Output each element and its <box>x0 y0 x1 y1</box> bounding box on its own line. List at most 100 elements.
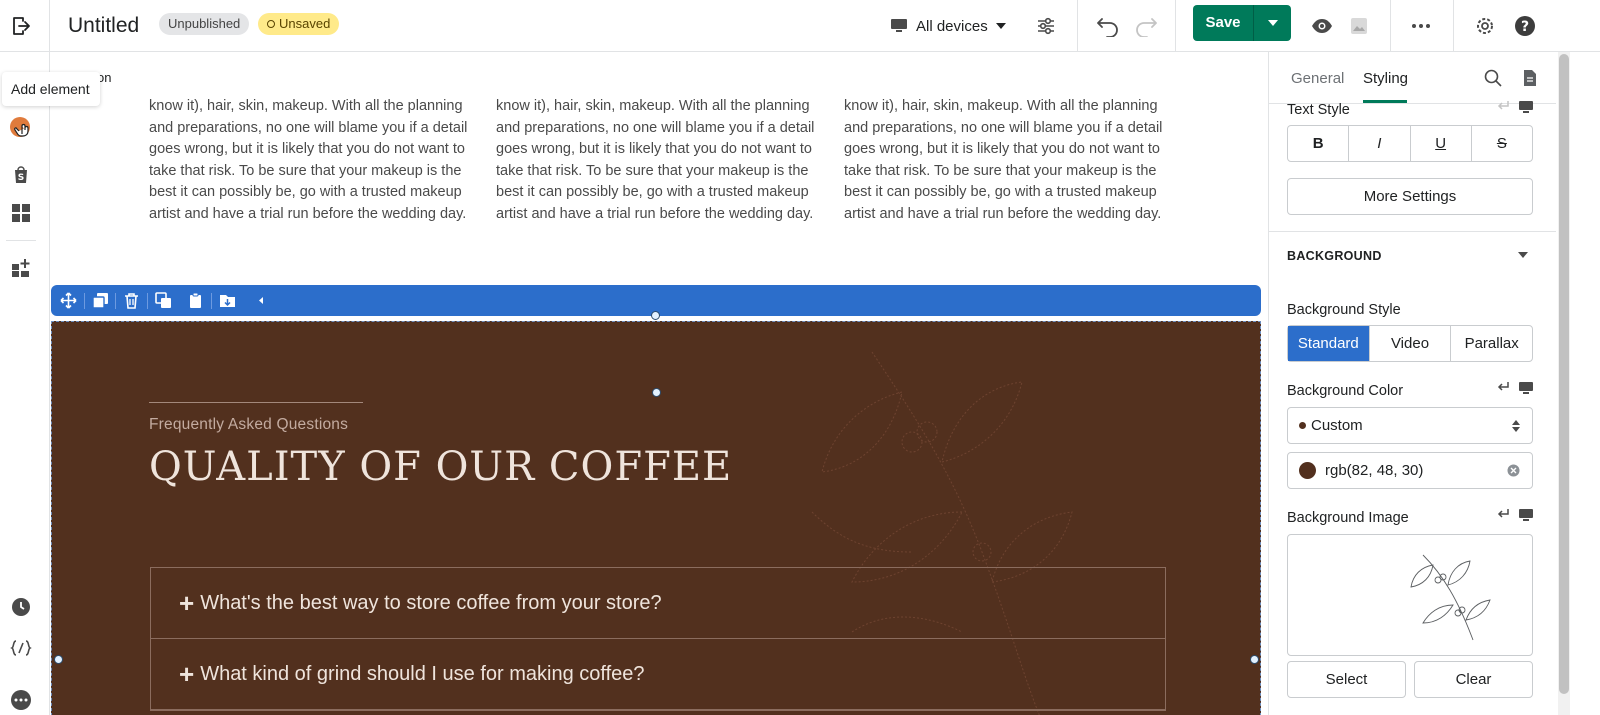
shopify-bag-icon[interactable]: S <box>9 162 33 186</box>
save-to-library-icon[interactable] <box>219 292 236 309</box>
underline-button[interactable]: U <box>1411 126 1472 161</box>
strikethrough-button[interactable]: S <box>1472 126 1532 161</box>
preview-eye-icon[interactable] <box>1311 0 1333 52</box>
editor-canvas[interactable]: on know it), hair, skin, makeup. With al… <box>50 52 1268 715</box>
image-preview-icon[interactable] <box>1349 0 1369 52</box>
clear-circle-icon[interactable] <box>1507 464 1520 477</box>
divider <box>1175 0 1176 52</box>
background-color-input[interactable]: rgb(82, 48, 30) <box>1287 452 1533 489</box>
tab-styling[interactable]: Styling <box>1363 70 1408 87</box>
document-icon[interactable] <box>1523 69 1537 87</box>
background-image-preview[interactable] <box>1287 534 1533 656</box>
top-bar: Untitled Unpublished Unsaved All devices… <box>0 0 1600 52</box>
redo-icon[interactable] <box>1134 0 1158 52</box>
copy-icon[interactable] <box>92 292 109 309</box>
faq-item[interactable]: + What's the best way to store coffee fro… <box>151 568 1165 639</box>
faq-subtitle[interactable]: Frequently Asked Questions <box>149 416 348 434</box>
background-style-label: Background Style <box>1287 302 1401 318</box>
reset-icon[interactable] <box>1496 508 1510 520</box>
more-options-icon[interactable] <box>1411 0 1431 52</box>
history-clock-icon[interactable] <box>9 595 33 619</box>
save-button[interactable]: Save <box>1193 5 1254 41</box>
status-badge-unsaved: Unsaved <box>258 13 340 35</box>
select-arrows-icon <box>1512 419 1520 432</box>
coffee-branch-image <box>1410 554 1491 641</box>
clipboard-icon[interactable] <box>187 292 204 309</box>
svg-text:S: S <box>18 173 24 183</box>
grid-icon[interactable] <box>9 201 33 225</box>
faq-accordion: + What's the best way to store coffee fro… <box>150 567 1166 711</box>
desktop-icon[interactable] <box>1518 100 1534 114</box>
select-image-button[interactable]: Select <box>1287 661 1406 698</box>
divider <box>1390 0 1391 52</box>
resize-handle[interactable] <box>1250 655 1259 664</box>
plus-icon: + <box>179 588 195 618</box>
add-element-icon[interactable] <box>9 116 33 140</box>
text-format-group: B I U S <box>1287 125 1533 162</box>
faq-question: What kind of grind should I use for maki… <box>200 662 645 685</box>
text-column[interactable]: know it), hair, skin, makeup. With all t… <box>496 96 816 225</box>
trash-icon[interactable] <box>123 292 140 309</box>
background-image-controls <box>1496 508 1534 522</box>
color-swatch[interactable] <box>1299 462 1316 479</box>
collapse-left-icon[interactable] <box>253 292 270 309</box>
color-select-value: Custom <box>1311 417 1363 434</box>
save-options-dropdown[interactable] <box>1254 5 1291 41</box>
background-section-header[interactable]: BACKGROUND <box>1287 249 1382 263</box>
more-settings-button[interactable]: More Settings <box>1287 178 1533 215</box>
code-icon[interactable] <box>9 636 33 660</box>
faq-section[interactable]: Frequently Asked Questions QUALITY OF OU… <box>51 321 1261 715</box>
divider <box>6 240 36 241</box>
desktop-icon[interactable] <box>1518 381 1534 395</box>
faq-question: What's the best way to store coffee from… <box>200 591 662 614</box>
gear-icon[interactable] <box>1474 0 1496 52</box>
device-selector[interactable]: All devices <box>890 0 1006 52</box>
divider <box>1453 0 1454 52</box>
italic-button[interactable]: I <box>1349 126 1411 161</box>
move-icon[interactable] <box>60 292 77 309</box>
caret-down-icon[interactable] <box>1518 252 1528 258</box>
reset-icon[interactable] <box>1496 381 1510 393</box>
background-color-select[interactable]: Custom <box>1287 407 1533 444</box>
bg-style-standard[interactable]: Standard <box>1288 326 1370 361</box>
settings-panel: General Styling Text Style B I U S More … <box>1268 52 1556 715</box>
bg-style-parallax[interactable]: Parallax <box>1451 326 1532 361</box>
duplicate-icon[interactable] <box>155 292 172 309</box>
clear-image-button[interactable]: Clear <box>1414 661 1533 698</box>
bold-button[interactable]: B <box>1288 126 1350 161</box>
background-color-controls <box>1496 381 1534 395</box>
background-image-label: Background Image <box>1287 510 1409 526</box>
undo-icon[interactable] <box>1096 0 1120 52</box>
tab-general[interactable]: General <box>1291 70 1344 87</box>
search-icon[interactable] <box>1484 69 1502 87</box>
reset-icon[interactable] <box>1496 100 1510 112</box>
text-column[interactable]: know it), hair, skin, makeup. With all t… <box>844 96 1164 225</box>
color-value: rgb(82, 48, 30) <box>1325 462 1424 479</box>
settings-sliders-icon[interactable] <box>1036 0 1056 52</box>
add-section-icon[interactable] <box>9 256 33 280</box>
panel-scrollbar[interactable] <box>1556 52 1600 715</box>
scrollbar-thumb[interactable] <box>1559 54 1569 694</box>
bg-style-video[interactable]: Video <box>1370 326 1452 361</box>
more-icon[interactable] <box>9 688 33 712</box>
exit-icon[interactable] <box>10 0 32 52</box>
desktop-icon[interactable] <box>1518 508 1534 522</box>
text-style-controls <box>1496 100 1534 114</box>
help-icon[interactable]: ? <box>1514 0 1536 52</box>
divider <box>211 293 212 309</box>
caret-down-icon <box>995 23 1006 29</box>
resize-handle[interactable] <box>652 388 661 397</box>
left-sidebar: S <box>0 52 42 715</box>
text-column[interactable]: know it), hair, skin, makeup. With all t… <box>149 96 469 225</box>
faq-item[interactable]: + What kind of grind should I use for mak… <box>151 639 1165 710</box>
divider <box>147 293 148 309</box>
save-button-group: Save <box>1193 5 1291 41</box>
faq-divider-line <box>149 402 363 403</box>
page-title[interactable]: Untitled <box>68 0 139 52</box>
panel-tabs: General Styling <box>1269 52 1556 104</box>
plus-icon: + <box>179 659 195 689</box>
resize-handle[interactable] <box>651 311 660 320</box>
desktop-icon <box>891 19 907 32</box>
resize-handle[interactable] <box>54 655 63 664</box>
faq-title[interactable]: QUALITY OF OUR COFFEE <box>149 444 732 490</box>
